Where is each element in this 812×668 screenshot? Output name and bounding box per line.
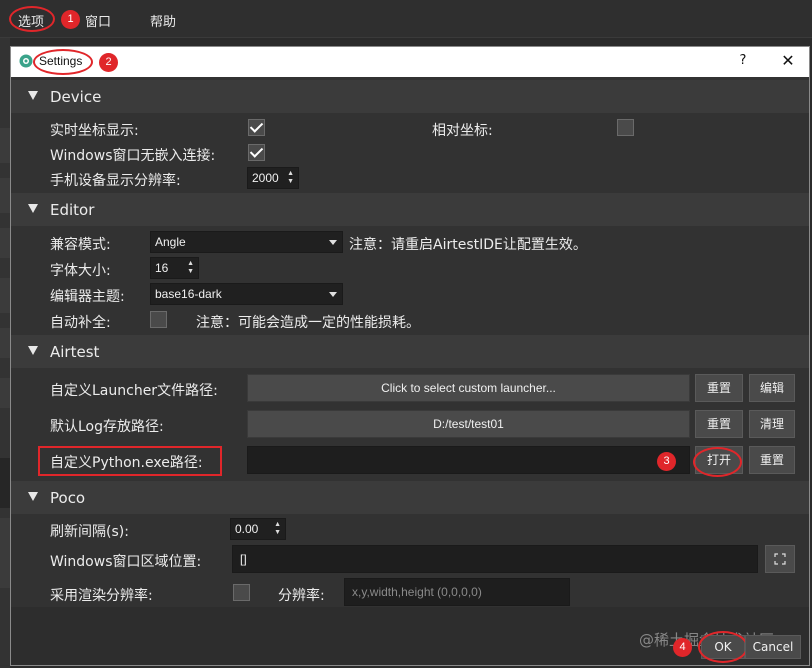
font-size-spinbox[interactable]: 16 ▲ ▼ — [150, 257, 199, 279]
section-poco-title: Poco — [50, 489, 86, 507]
help-button[interactable]: ? — [733, 53, 753, 68]
autocomplete-note: 注意：可能会造成一定的性能损耗。 — [196, 315, 420, 331]
autocomplete-label: 自动补全: — [50, 315, 111, 331]
highlight-ring-settings — [33, 49, 93, 75]
highlight-ring-options — [9, 6, 55, 32]
windows-embed-checkbox[interactable] — [248, 144, 265, 161]
resolution-input[interactable]: x,y,width,height (0,0,0,0) — [344, 578, 570, 606]
compat-mode-label: 兼容模式: — [50, 237, 111, 253]
render-resolution-label: 采用渲染分辨率: — [50, 588, 153, 604]
realtime-coord-checkbox[interactable] — [248, 119, 265, 136]
compat-mode-note: 注意：请重启AirtestIDE让配置生效。 — [349, 237, 587, 253]
font-size-value: 16 — [155, 261, 169, 275]
menu-help[interactable]: 帮助 — [150, 11, 176, 30]
editor-theme-label: 编辑器主题: — [50, 289, 125, 305]
collapse-arrow-icon — [28, 492, 38, 501]
window-region-input[interactable]: [] — [232, 545, 758, 573]
launcher-path-label: 自定义Launcher文件路径: — [50, 383, 218, 399]
spin-arrows-icon[interactable]: ▲ ▼ — [274, 521, 281, 537]
main-window-edge — [0, 38, 10, 668]
window-region-label: Windows窗口区域位置: — [50, 554, 202, 570]
python-reset-button[interactable]: 重置 — [749, 446, 795, 474]
section-editor[interactable]: Editor — [11, 193, 809, 226]
settings-dialog: Settings 2 ? ✕ Device 实时坐标显示: 相对坐标: Wind… — [10, 46, 810, 666]
launcher-reset-button[interactable]: 重置 — [695, 374, 743, 402]
section-device[interactable]: Device — [11, 80, 809, 113]
spin-arrows-icon[interactable]: ▲ ▼ — [287, 170, 294, 186]
render-resolution-checkbox[interactable] — [233, 584, 250, 601]
menu-window[interactable]: 窗口 — [85, 11, 111, 30]
step-badge-4: 4 — [673, 638, 692, 657]
spin-arrows-icon[interactable]: ▲ ▼ — [187, 260, 194, 276]
compat-mode-select[interactable]: Angle — [150, 231, 343, 253]
realtime-coord-label: 实时坐标显示: — [50, 123, 139, 139]
section-editor-title: Editor — [50, 201, 95, 219]
section-poco[interactable]: Poco — [11, 481, 809, 514]
launcher-edit-button[interactable]: 编辑 — [749, 374, 795, 402]
collapse-arrow-icon — [28, 204, 38, 213]
refresh-interval-spinbox[interactable]: 0.00 ▲ ▼ — [230, 518, 286, 540]
highlight-ring-ok — [698, 631, 748, 663]
resolution-label: 手机设备显示分辨率: — [50, 173, 181, 189]
relative-coord-label: 相对坐标: — [432, 123, 493, 139]
python-path-input[interactable] — [247, 446, 690, 474]
section-airtest[interactable]: Airtest — [11, 335, 809, 368]
section-airtest-title: Airtest — [50, 343, 100, 361]
resolution-spinbox[interactable]: 2000 ▲ ▼ — [247, 167, 299, 189]
crop-icon — [774, 553, 786, 565]
collapse-arrow-icon — [28, 91, 38, 100]
log-clear-button[interactable]: 清理 — [749, 410, 795, 438]
dialog-titlebar: Settings 2 ? ✕ — [11, 47, 809, 77]
dialog-footer: @稀土掘金技术社区 4 OK Cancel — [11, 607, 809, 665]
font-size-label: 字体大小: — [50, 263, 111, 279]
log-path-label: 默认Log存放路径: — [50, 419, 164, 435]
section-device-title: Device — [50, 88, 102, 106]
chevron-down-icon — [329, 292, 337, 297]
launcher-path-button[interactable]: Click to select custom launcher... — [247, 374, 690, 402]
menubar: 选项 窗口 帮助 1 — [0, 0, 812, 38]
compat-mode-value: Angle — [155, 235, 186, 249]
window-region-select-button[interactable] — [765, 545, 795, 573]
python-path-label: 自定义Python.exe路径: — [50, 455, 203, 471]
editor-theme-value: base16-dark — [155, 287, 222, 301]
log-reset-button[interactable]: 重置 — [695, 410, 743, 438]
cancel-button[interactable]: Cancel — [745, 635, 801, 659]
collapse-arrow-icon — [28, 346, 38, 355]
refresh-interval-value: 0.00 — [235, 522, 259, 536]
step-badge-3: 3 — [657, 452, 676, 471]
resolution-value: 2000 — [252, 171, 279, 185]
settings-gear-icon — [19, 54, 33, 68]
log-path-button[interactable]: D:/test/test01 — [247, 410, 690, 438]
close-button[interactable]: ✕ — [777, 51, 799, 70]
autocomplete-checkbox[interactable] — [150, 311, 167, 328]
refresh-interval-label: 刷新间隔(s): — [50, 524, 129, 540]
step-badge-1: 1 — [61, 10, 80, 29]
relative-coord-checkbox[interactable] — [617, 119, 634, 136]
windows-embed-label: Windows窗口无嵌入连接: — [50, 148, 216, 164]
highlight-ring-open — [693, 447, 742, 477]
editor-theme-select[interactable]: base16-dark — [150, 283, 343, 305]
chevron-down-icon — [329, 240, 337, 245]
step-badge-2: 2 — [99, 53, 118, 72]
resolution-field-label: 分辨率: — [278, 588, 325, 604]
